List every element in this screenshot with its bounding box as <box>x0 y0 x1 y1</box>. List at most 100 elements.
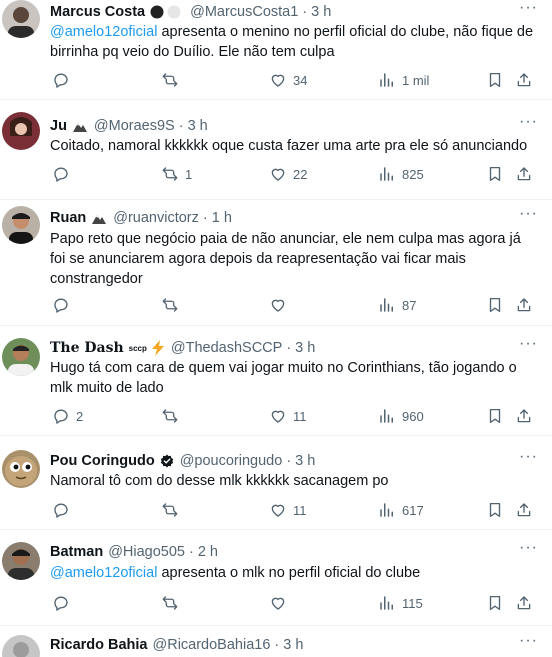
more-icon[interactable]: ··· <box>519 114 538 130</box>
display-name[interactable]: Ricardo Bahia <box>50 637 148 653</box>
tweet-header: Ju @Moraes9S · 3 h <box>50 116 512 136</box>
like-button[interactable] <box>269 594 293 612</box>
timestamp[interactable]: 2 h <box>198 544 218 560</box>
display-name[interactable]: Pou Coringudo <box>50 453 155 469</box>
tweet-marcus-costa[interactable]: Marcus Costa @MarcusCosta1 · 3 h ··· @am… <box>0 0 552 100</box>
avatar[interactable] <box>2 635 40 657</box>
reply-button[interactable] <box>52 501 76 519</box>
tweet-ju[interactable]: Ju @Moraes9S · 3 h ··· Coitado, namoral … <box>0 108 552 200</box>
timestamp[interactable]: 1 h <box>212 210 232 226</box>
avatar[interactable] <box>2 206 40 244</box>
mention-link[interactable]: @amelo12oficial <box>50 24 157 40</box>
user-handle[interactable]: @Hiago505 <box>108 544 185 560</box>
retweet-button[interactable] <box>161 71 185 89</box>
tweet-ricardo-bahia[interactable]: Ricardo Bahia @RicardoBahia16 · 3 h ··· <box>0 626 552 657</box>
timestamp[interactable]: 3 h <box>311 4 331 20</box>
user-handle[interactable]: @RicardoBahia16 <box>153 637 271 653</box>
views-button[interactable]: 960 <box>378 407 424 425</box>
lightning-icon <box>151 340 164 356</box>
like-button[interactable]: 22 <box>269 165 307 183</box>
retweet-button[interactable] <box>161 407 185 425</box>
user-handle[interactable]: @MarcusCosta1 <box>190 4 298 20</box>
bookmark-button[interactable] <box>486 71 504 89</box>
share-button[interactable] <box>515 501 533 519</box>
views-button[interactable]: 617 <box>378 501 424 519</box>
more-icon[interactable]: ··· <box>519 336 538 352</box>
display-name[interactable]: The Dash <box>50 340 124 356</box>
bookmark-button[interactable] <box>486 501 504 519</box>
tweet-actions: 2 11 960 <box>48 407 534 427</box>
bookmark-button[interactable] <box>486 296 504 314</box>
user-handle[interactable]: @poucoringudo <box>180 453 283 469</box>
like-count: 11 <box>293 408 307 424</box>
views-count: 1 mil <box>402 72 430 88</box>
views-button[interactable]: 1 mil <box>378 71 429 89</box>
tweet-the-dash[interactable]: The Dash sccp @ThedashSCCP · 3 h ··· Hug… <box>0 326 552 436</box>
avatar[interactable] <box>2 542 40 580</box>
retweet-button[interactable] <box>161 296 185 314</box>
separator-dot: · <box>286 453 292 469</box>
bookmark-icon <box>486 594 504 612</box>
display-name[interactable]: Ju <box>50 118 67 134</box>
tweet-header: Ruan @ruanvictorz · 1 h <box>50 208 512 228</box>
reply-button[interactable] <box>52 71 76 89</box>
more-icon[interactable]: ··· <box>519 0 538 16</box>
tweet-header: Pou Coringudo @poucoringudo · 3 h <box>50 451 512 471</box>
reply-button[interactable]: 2 <box>52 407 83 425</box>
share-button[interactable] <box>515 71 533 89</box>
timestamp[interactable]: 3 h <box>188 118 208 134</box>
reply-button[interactable] <box>52 296 76 314</box>
mention-link[interactable]: @amelo12oficial <box>50 565 157 581</box>
reply-button[interactable] <box>52 594 76 612</box>
timestamp[interactable]: 3 h <box>283 637 303 653</box>
avatar[interactable] <box>2 112 40 150</box>
tweet-ruan[interactable]: Ruan @ruanvictorz · 1 h ··· Papo reto qu… <box>0 200 552 326</box>
more-icon[interactable]: ··· <box>519 540 538 556</box>
more-icon[interactable]: ··· <box>519 206 538 222</box>
display-name[interactable]: Ruan <box>50 210 86 226</box>
retweet-icon <box>161 71 179 89</box>
retweet-button[interactable] <box>161 594 185 612</box>
display-name[interactable]: Batman <box>50 544 103 560</box>
retweet-button[interactable] <box>161 501 185 519</box>
avatar[interactable] <box>2 450 40 488</box>
share-icon <box>515 165 533 183</box>
tweet-text: Namoral tô com do desse mlk kkkkkk sacan… <box>50 471 534 491</box>
like-icon <box>269 594 287 612</box>
share-button[interactable] <box>515 407 533 425</box>
avatar[interactable] <box>2 338 40 376</box>
like-count: 11 <box>293 502 307 518</box>
bookmark-button[interactable] <box>486 594 504 612</box>
timestamp[interactable]: 3 h <box>295 340 315 356</box>
avatar[interactable] <box>2 0 40 38</box>
share-button[interactable] <box>515 296 533 314</box>
views-button[interactable]: 825 <box>378 165 424 183</box>
tweet-text-body: Hugo tá com cara de quem vai jogar muito… <box>50 360 517 396</box>
bookmark-button[interactable] <box>486 165 504 183</box>
bookmark-button[interactable] <box>486 407 504 425</box>
timestamp[interactable]: 3 h <box>295 453 315 469</box>
more-icon[interactable]: ··· <box>519 449 538 465</box>
user-handle[interactable]: @ThedashSCCP <box>171 340 282 356</box>
user-handle[interactable]: @ruanvictorz <box>113 210 199 226</box>
share-button[interactable] <box>515 165 533 183</box>
like-button[interactable]: 34 <box>269 71 307 89</box>
like-button[interactable]: 11 <box>269 501 307 519</box>
like-icon <box>269 296 287 314</box>
reply-icon <box>52 71 70 89</box>
more-icon[interactable]: ··· <box>519 633 538 649</box>
views-button[interactable]: 115 <box>378 594 423 612</box>
display-name[interactable]: Marcus Costa <box>50 4 145 20</box>
views-count: 825 <box>402 166 424 182</box>
share-button[interactable] <box>515 594 533 612</box>
tweet-batman[interactable]: Batman @Hiago505 · 2 h ··· @amelo12ofici… <box>0 530 552 626</box>
views-button[interactable]: 87 <box>378 296 416 314</box>
user-handle[interactable]: @Moraes9S <box>94 118 175 134</box>
like-button[interactable]: 11 <box>269 407 307 425</box>
bookmark-icon <box>486 165 504 183</box>
like-button[interactable] <box>269 296 293 314</box>
tweet-text: Coitado, namoral kkkkkk oque custa fazer… <box>50 136 534 156</box>
reply-button[interactable] <box>52 165 76 183</box>
tweet-pou-coringudo[interactable]: Pou Coringudo @poucoringudo · 3 h ··· Na… <box>0 436 552 530</box>
retweet-button[interactable]: 1 <box>161 165 192 183</box>
